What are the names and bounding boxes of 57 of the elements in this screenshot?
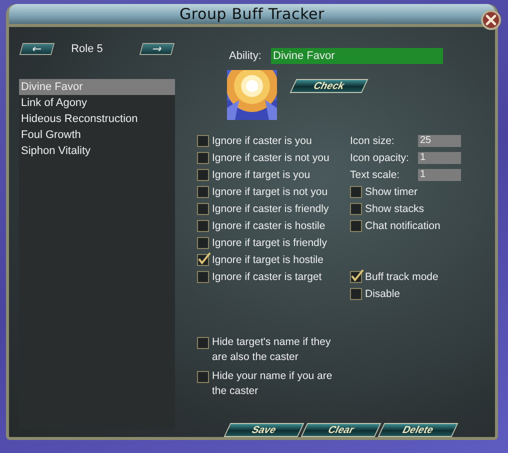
checkbox[interactable]: [197, 236, 209, 248]
checkbox[interactable]: [197, 186, 209, 198]
checkbox[interactable]: [350, 220, 362, 232]
action-button[interactable]: Delete: [378, 423, 458, 437]
checkbox-label: Ignore if caster is friendly: [212, 202, 329, 214]
number-input-field[interactable]: 25: [418, 134, 461, 146]
close-button[interactable]: [481, 10, 501, 30]
checkbox[interactable]: [197, 337, 209, 349]
number-input-field[interactable]: 1: [418, 152, 461, 164]
checkbox[interactable]: [197, 371, 209, 383]
action-button[interactable]: Clear: [300, 423, 382, 437]
setting-label: Icon opacity:: [350, 152, 410, 164]
action-button[interactable]: Save: [224, 423, 304, 437]
checkbox[interactable]: [350, 270, 362, 282]
checkbox[interactable]: [197, 202, 209, 214]
ability-list-item[interactable]: Foul Growth: [19, 127, 175, 143]
checkbox-label: Ignore if caster is not you: [212, 152, 330, 164]
checkbox[interactable]: [350, 288, 362, 300]
previous-role-button[interactable]: [19, 43, 55, 55]
checkbox[interactable]: [197, 152, 209, 164]
ability-input-field[interactable]: Divine Favor: [271, 48, 443, 64]
ability-list-item[interactable]: Hideous Reconstruction: [19, 111, 175, 127]
checkbox-label: Disable: [365, 288, 400, 300]
ability-label: Ability:: [229, 50, 262, 62]
setting-label: Icon size:: [350, 134, 396, 146]
close-icon: [485, 14, 497, 26]
checkbox[interactable]: [350, 186, 362, 198]
checkbox-label: Chat notification: [365, 220, 440, 232]
checkbox[interactable]: [197, 168, 209, 180]
check-button[interactable]: Check: [290, 79, 368, 93]
left-arrow-icon: [31, 46, 43, 52]
checkbox-label: Show stacks: [365, 202, 424, 214]
checkbox-label: Hide target's name if they are also the caster: [212, 335, 332, 365]
checkbox-label: Ignore if caster is you: [212, 134, 312, 146]
window-title: Group Buff Tracker: [179, 5, 325, 23]
checkbox-label: Buff track mode: [365, 270, 438, 282]
ability-list-item[interactable]: Divine Favor: [19, 79, 175, 95]
ability-list-item[interactable]: Link of Agony: [19, 95, 175, 111]
checkbox-label: Ignore if target is friendly: [212, 236, 327, 248]
checkbox-label: Ignore if caster is target: [212, 270, 322, 282]
checkbox[interactable]: [350, 202, 362, 214]
checkbox-label: Ignore if target is hostile: [212, 254, 324, 266]
ability-list-item[interactable]: Siphon Vitality: [19, 143, 175, 159]
checkbox-label: Ignore if target is you: [212, 168, 310, 180]
checkbox[interactable]: [197, 220, 209, 232]
setting-label: Text scale:: [350, 168, 401, 180]
checkbox[interactable]: [197, 254, 209, 266]
checkbox-label: Ignore if target is not you: [212, 186, 328, 198]
role-label: Role 5: [71, 43, 103, 55]
checkbox[interactable]: [197, 270, 209, 282]
next-role-button[interactable]: [139, 43, 175, 55]
checkbox-label: Show timer: [365, 186, 418, 198]
number-input-field[interactable]: 1: [418, 168, 461, 180]
right-arrow-icon: [151, 46, 163, 52]
checkbox-label: Ignore if caster is hostile: [212, 220, 326, 232]
checkbox[interactable]: [197, 134, 209, 146]
checkbox-label: Hide your name if you are the caster: [212, 369, 334, 399]
